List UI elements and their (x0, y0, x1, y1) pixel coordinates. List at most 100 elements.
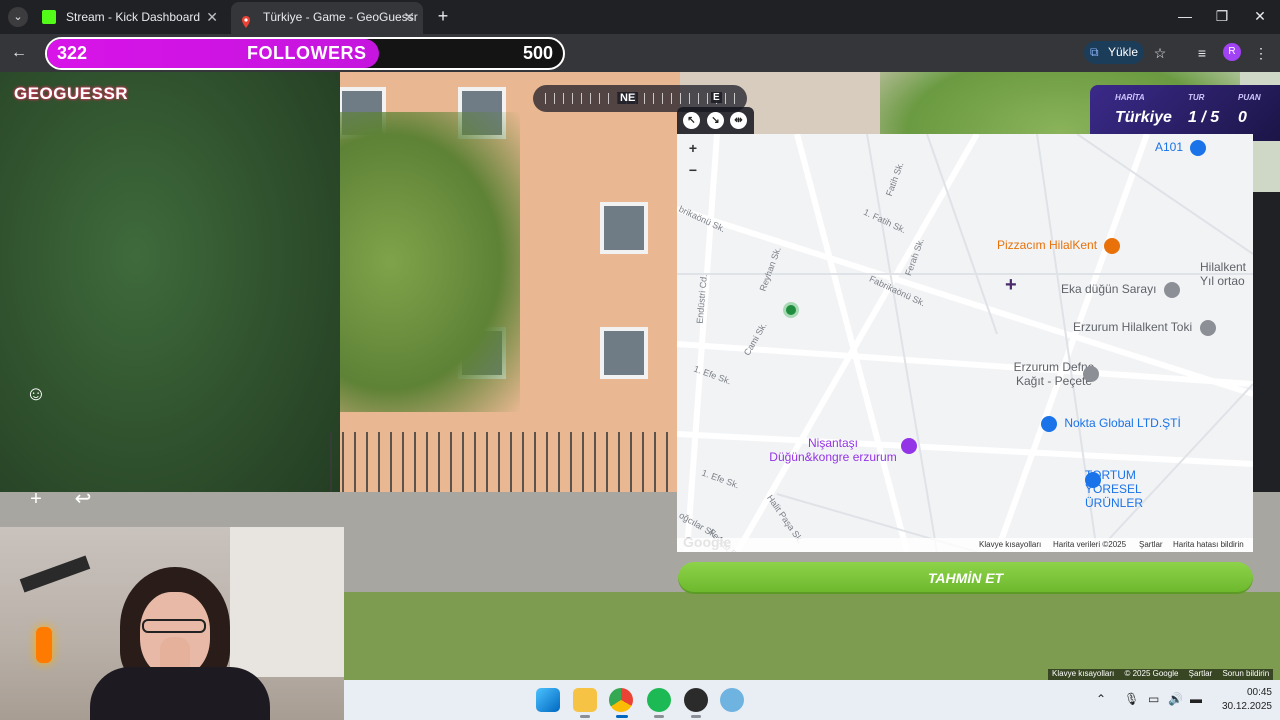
geoguessr-logo: GEOGUESSR (14, 84, 129, 103)
zoom-in-icon[interactable]: + (19, 482, 53, 516)
mic-arm (19, 555, 91, 593)
poi-nisantasi[interactable]: Nişantaşı Düğün&kongre erzurum (767, 436, 899, 464)
zoom-out-button[interactable]: − (685, 162, 701, 178)
round-value: 1 / 5 (1188, 109, 1220, 126)
close-icon[interactable]: ✕ (403, 2, 415, 32)
poi-tortum[interactable]: TORTUM YÖRESEL ÜRÜNLER (1085, 468, 1185, 510)
map-data-text: Harita verileri ©2025 (1053, 540, 1127, 549)
window (600, 202, 648, 254)
map-footer: Klavye kısayolları Harita verileri ©2025… (677, 538, 1253, 552)
location-pin-icon (239, 10, 253, 28)
shrink-map-icon[interactable]: ↘ (707, 112, 724, 129)
star-icon[interactable]: ☆ (1150, 43, 1170, 63)
game-status-panel: HARİTA Türkiye TUR 1 / 5 PUAN 0 (1090, 85, 1280, 141)
glasses (142, 619, 206, 633)
close-icon[interactable]: ✕ (206, 2, 218, 32)
place-label: Nişantaşı Düğün&kongre erzurum (769, 436, 897, 464)
copyright-text: © 2025 Google (1124, 669, 1179, 678)
compass-ticks (545, 93, 735, 104)
kick-icon (42, 10, 56, 24)
place-label: Pizzacım HilalKent (997, 238, 1098, 253)
media-control-icon[interactable]: ≡ (1192, 43, 1212, 63)
terms-link[interactable]: Şartlar (1139, 540, 1163, 549)
close-window-button[interactable]: ✕ (1245, 4, 1275, 28)
place-label: Eka düğün Sarayı (1061, 282, 1157, 297)
poi-nokta-global[interactable]: Nokta Global LTD.ŞTİ (1041, 416, 1181, 432)
windows-start-icon[interactable] (536, 688, 560, 712)
poi-hilalkent-school[interactable]: Hilalkent Yıl ortaо (1200, 260, 1253, 288)
place-label: Hilalkent Yıl ortaо (1200, 260, 1247, 288)
report-map-error-link[interactable]: Harita hatası bildirin (1173, 540, 1244, 549)
zoom-in-button[interactable]: + (685, 140, 701, 156)
terms-link[interactable]: Şartlar (1189, 669, 1213, 678)
street-view-footer: Klavye kısayolları © 2025 Google Şartlar… (1048, 669, 1274, 680)
place-pin-icon (1163, 282, 1180, 298)
tab-title: Türkiye - Game - GeoGuessr (263, 10, 418, 24)
tab-title: Stream - Kick Dashboard (66, 10, 201, 24)
report-problem-link[interactable]: Sorun bildirin (1222, 669, 1269, 678)
poi-pizzacim[interactable]: Pizzacım HilalKent (997, 238, 1121, 254)
browser-toolbar: ← 322 FOLLOWERS 500 ⧉ Yükle ☆ ≡ R ⋮ (0, 34, 1280, 72)
map-label: HARİTA (1115, 93, 1145, 102)
guess-map[interactable]: + − A101 Pizzacım HilalKent Hilalkent Yı… (677, 134, 1253, 552)
upload-button[interactable]: ⧉ Yükle (1084, 41, 1144, 64)
chevron-up-icon[interactable]: ⌃ (1096, 692, 1106, 706)
poi-eka-dugun[interactable]: Eka düğün Sarayı (1061, 282, 1180, 298)
bookshelf (230, 527, 344, 677)
volume-icon[interactable]: 🔊 (1168, 692, 1183, 706)
window (600, 327, 648, 379)
active-indicator (616, 715, 628, 718)
place-label: A101 (1155, 140, 1184, 155)
fence (330, 432, 680, 492)
upload-label: Yükle (1108, 45, 1139, 59)
new-tab-button[interactable]: + (432, 5, 454, 27)
shopping-bag-icon (1041, 416, 1057, 432)
map-value: Türkiye (1115, 109, 1172, 126)
keyboard-shortcuts-link[interactable]: Klavye kısayolları (1052, 669, 1114, 678)
tab-search-button[interactable]: ⌄ (8, 7, 28, 27)
return-to-start-icon[interactable]: ☺ (19, 377, 53, 411)
guess-button[interactable]: TAHMİN ET (678, 562, 1253, 594)
obs-icon[interactable] (684, 688, 708, 712)
profile-avatar[interactable]: R (1223, 43, 1241, 61)
followers-goal-bar: 322 FOLLOWERS 500 (45, 37, 565, 70)
poi-hilalkent-toki[interactable]: Erzurum Hilalkent Toki (1073, 320, 1216, 336)
maximize-button[interactable]: ❐ (1207, 4, 1237, 28)
followers-label: FOLLOWERS (247, 43, 367, 63)
back-arrow-icon[interactable]: ← (8, 42, 30, 64)
crosshair-icon: + (1005, 274, 1017, 296)
place-pin-icon (1199, 320, 1216, 336)
expand-map-icon[interactable]: ↖ (683, 112, 700, 129)
score-value: 0 (1238, 109, 1247, 126)
spotify-icon[interactable] (647, 688, 671, 712)
webcam-feed (0, 527, 344, 720)
battery-icon[interactable]: ▬ (1190, 692, 1202, 706)
microphone-icon[interactable]: 🎙 (1124, 692, 1139, 706)
desk-light (36, 627, 52, 663)
poi-a101[interactable]: A101 (1155, 140, 1207, 156)
shopping-bag-icon (1085, 472, 1101, 488)
shopping-cart-icon (1190, 140, 1207, 156)
restaurant-icon (1104, 238, 1121, 254)
file-explorer-icon[interactable] (573, 688, 597, 712)
streamlabs-icon[interactable] (720, 688, 744, 712)
round-label: TUR (1188, 93, 1205, 102)
minimize-button[interactable]: — (1170, 4, 1200, 28)
park-pin-icon (783, 302, 799, 318)
more-menu-icon[interactable]: ⋮ (1251, 43, 1271, 63)
running-indicator (691, 715, 701, 718)
tab-kick-dashboard[interactable]: Stream - Kick Dashboard ✕ (34, 2, 226, 34)
chrome-icon[interactable] (609, 688, 633, 712)
followers-goal: 500 (522, 43, 553, 63)
pin-map-icon[interactable]: ⇹ (730, 112, 747, 129)
undo-move-icon[interactable]: ↩ (66, 482, 100, 516)
clock[interactable]: 00:45 30.12.2025 (1216, 686, 1272, 714)
map-size-controls: ↖ ↘ ⇹ (677, 107, 754, 134)
shirt (90, 667, 270, 720)
display-icon[interactable]: ▭ (1148, 692, 1159, 706)
compass-heading-secondary: E (711, 92, 722, 103)
tab-geoguessr[interactable]: Türkiye - Game - GeoGuessr ✕ (231, 2, 423, 34)
keyboard-shortcuts-link[interactable]: Klavye kısayolları (979, 540, 1041, 549)
wedding-venue-icon (901, 438, 917, 454)
score-label: PUAN (1238, 93, 1261, 102)
